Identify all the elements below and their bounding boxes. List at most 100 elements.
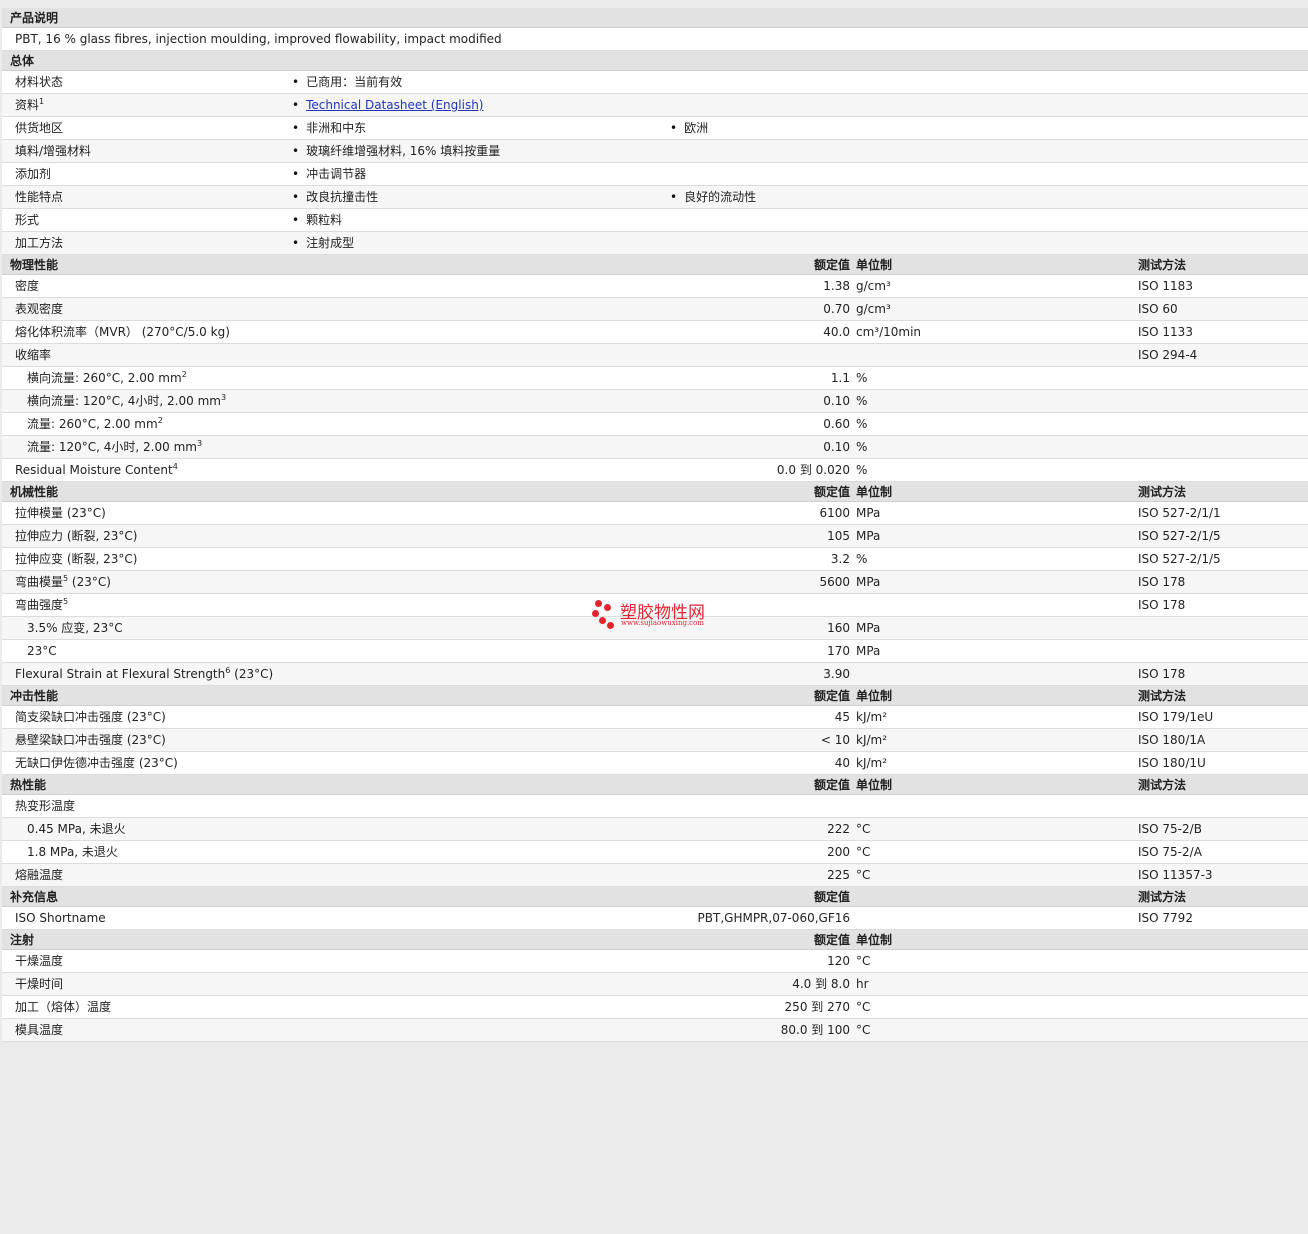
header-unit: 单位制 <box>856 933 893 947</box>
property-name: 干燥时间 <box>15 977 64 991</box>
thermal-rows: 热变形温度 0.45 MPa, 未退火 222 °C ISO 75-2/B 1.8 MPa… <box>2 795 1308 887</box>
logo-dot <box>599 617 606 624</box>
property-unit: cm³/10min <box>856 325 922 339</box>
property-unit: MPa <box>856 529 881 543</box>
property-value: 105 <box>827 529 850 543</box>
table-row: 密度 1.38 g/cm³ ISO 1183 <box>2 275 1308 298</box>
section-header-general: 总体 <box>2 51 1308 71</box>
logo-dot <box>607 622 614 629</box>
property-unit: °C <box>856 1023 871 1037</box>
property-label: 表观密度 <box>15 298 63 320</box>
datasheet-link[interactable]: Technical Datasheet (English) <box>306 98 483 112</box>
property-value: 0.10 <box>823 394 850 408</box>
impact-rows: 简支梁缺口冲击强度 (23°C) 45 kJ/m² ISO 179/1eU 悬壁梁缺口冲… <box>2 706 1308 775</box>
section-title: 补充信息 <box>10 890 59 904</box>
property-label: 供货地区 <box>15 117 63 139</box>
property-label: 热变形温度 <box>15 795 75 817</box>
header-value: 额定值 <box>813 485 850 499</box>
bullet-value: 注射成型 <box>292 232 354 254</box>
property-value: 40 <box>834 756 850 770</box>
description-row: PBT, 16 % glass fibres, injection mouldi… <box>2 28 1308 51</box>
test-method: ISO 178 <box>1138 575 1186 589</box>
header-unit: 单位制 <box>856 258 893 272</box>
property-unit: kJ/m² <box>856 710 888 724</box>
property-name: 资料 <box>15 98 40 112</box>
property-name: 表观密度 <box>15 302 64 316</box>
table-row: 供货地区 非洲和中东 欧洲 <box>2 117 1308 140</box>
property-unit: MPa <box>856 644 881 658</box>
property-label: 拉伸模量 (23°C) <box>15 502 106 524</box>
logo-dot <box>595 600 602 607</box>
property-unit: % <box>856 371 868 385</box>
property-name: 弯曲模量 <box>15 575 64 589</box>
footnote-marker: 4 <box>172 462 178 471</box>
property-value: PBT,GHMPR,07-060,GF16 <box>697 911 850 925</box>
property-unit: °C <box>856 822 871 836</box>
property-label: 无缺口伊佐德冲击强度 (23°C) <box>15 752 178 774</box>
property-name: 简支梁缺口冲击强度 (23°C) <box>15 710 166 724</box>
property-unit: g/cm³ <box>856 302 891 316</box>
table-row: 流量: 120°C, 4小时, 2.00 mm3 0.10% <box>2 436 1308 459</box>
bullet-value: 已商用：当前有效 <box>292 71 402 93</box>
property-value: 45 <box>834 710 850 724</box>
table-row: 0.45 MPa, 未退火 222 °C ISO 75-2/B <box>2 818 1308 841</box>
bullet-value[interactable]: Technical Datasheet (English) <box>292 94 483 116</box>
supplement-rows: ISO Shortname PBT,GHMPR,07-060,GF16 ISO 77… <box>2 907 1308 930</box>
table-row: 形式 颗粒料 <box>2 209 1308 232</box>
header-unit: 单位制 <box>856 778 893 792</box>
property-name: 0.45 MPa, 未退火 <box>27 822 126 836</box>
property-unit: % <box>856 394 868 408</box>
test-method: ISO 75-2/A <box>1138 845 1202 859</box>
property-name: 无缺口伊佐德冲击强度 (23°C) <box>15 756 178 770</box>
table-row: Flexural Strain at Flexural Strength6 (2… <box>2 663 1308 686</box>
property-label: 横向流量: 120°C, 4小时, 2.00 mm3 <box>27 390 226 412</box>
test-method: ISO 180/1A <box>1138 733 1206 747</box>
test-method: ISO 294-4 <box>1138 348 1198 362</box>
section-header-thermal: 热性能 额定值 单位制 测试方法 <box>2 775 1308 795</box>
test-method: ISO 179/1eU <box>1138 710 1214 724</box>
property-name: 填料/增强材料 <box>15 144 92 158</box>
header-value: 额定值 <box>813 689 850 703</box>
property-unit: kJ/m² <box>856 756 888 770</box>
physical-rows: 密度 1.38 g/cm³ ISO 1183 表观密度 0.70 g/cm³ ISO 60 熔化… <box>2 275 1308 482</box>
property-unit: % <box>856 463 868 477</box>
property-unit: MPa <box>856 506 881 520</box>
property-label: 1.8 MPa, 未退火 <box>27 841 118 863</box>
property-label: 拉伸应变 (断裂, 23°C) <box>15 548 137 570</box>
table-row: 材料状态 已商用：当前有效 <box>2 71 1308 94</box>
property-unit: °C <box>856 868 871 882</box>
section-header-mechanical: 机械性能 额定值 单位制 测试方法 <box>2 482 1308 502</box>
table-row: 收缩率 ISO 294-4 <box>2 344 1308 367</box>
property-value: 1.38 <box>823 279 850 293</box>
property-unit: hr <box>856 977 869 991</box>
property-value: 170 <box>827 644 850 658</box>
table-row: 拉伸应变 (断裂, 23°C) 3.2% ISO 527-2/1/5 <box>2 548 1308 571</box>
property-label: 干燥温度 <box>15 950 63 972</box>
bullet-value: 冲击调节器 <box>292 163 366 185</box>
property-label: 3.5% 应变, 23°C <box>27 617 123 639</box>
property-label: 流量: 260°C, 2.00 mm2 <box>27 413 163 435</box>
property-unit: MPa <box>856 575 881 589</box>
test-method: ISO 75-2/B <box>1138 822 1202 836</box>
table-row: 干燥时间 4.0 到 8.0 hr <box>2 973 1308 996</box>
logo-dot <box>592 610 599 617</box>
property-name: 热变形温度 <box>15 799 76 813</box>
property-name: 供货地区 <box>15 121 64 135</box>
section-header-impact: 冲击性能 额定值 单位制 测试方法 <box>2 686 1308 706</box>
property-label: 熔融温度 <box>15 864 63 886</box>
header-value: 额定值 <box>813 933 850 947</box>
table-row: 热变形温度 <box>2 795 1308 818</box>
property-label: 弯曲模量5 (23°C) <box>15 571 111 593</box>
property-label: 弯曲强度5 <box>15 594 68 616</box>
property-label: 悬壁梁缺口冲击强度 (23°C) <box>15 729 166 751</box>
property-name: 加工方法 <box>15 236 64 250</box>
property-name: 密度 <box>15 279 40 293</box>
property-name: 添加剂 <box>15 167 52 181</box>
property-name: 横向流量: 260°C, 2.00 mm <box>27 371 182 385</box>
property-label: 加工方法 <box>15 232 63 254</box>
property-name: 悬壁梁缺口冲击强度 (23°C) <box>15 733 166 747</box>
property-value: 0.10 <box>823 440 850 454</box>
property-name: 干燥温度 <box>15 954 64 968</box>
property-value: 4.0 到 8.0 <box>792 977 850 991</box>
section-title: 注射 <box>10 933 35 947</box>
